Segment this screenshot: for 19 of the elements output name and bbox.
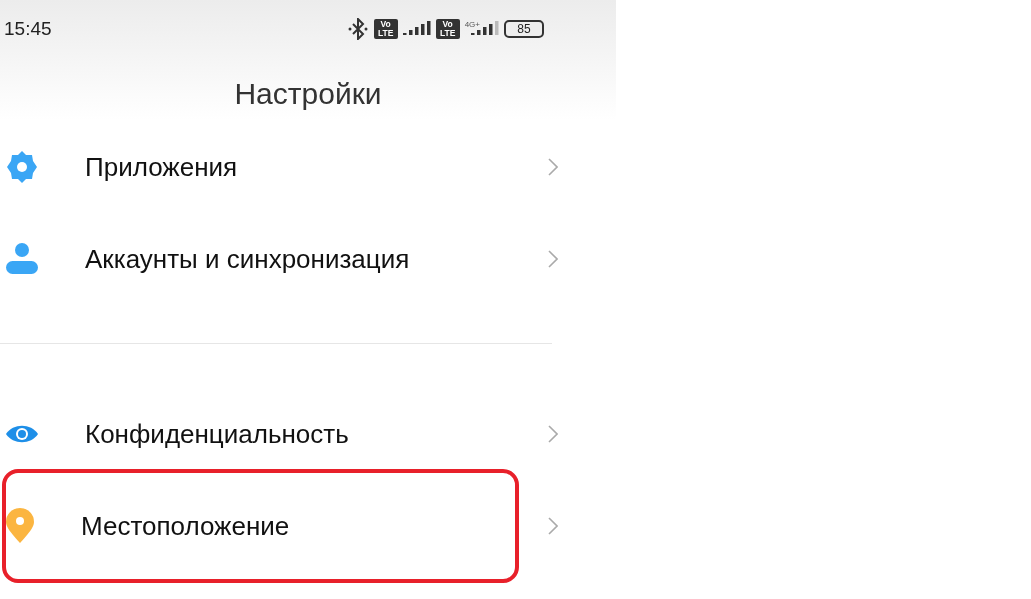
settings-item-label[interactable]: Местоположение: [81, 510, 548, 542]
volte-badge: Vo LTE: [373, 19, 398, 39]
settings-item-label[interactable]: Аккаунты и синхронизация: [85, 243, 548, 275]
chevron-right-icon: [548, 250, 558, 268]
person-icon: [5, 242, 39, 276]
location-pin-icon: [5, 508, 35, 544]
chevron-right-icon: [548, 158, 558, 176]
network-type: 4G+: [464, 20, 480, 29]
volte-badge: Vo LTE: [435, 19, 460, 39]
settings-item-label[interactable]: Конфиденциальность: [85, 418, 548, 450]
signal-icon: [402, 21, 431, 37]
page-title: Настройки: [233, 76, 383, 112]
chevron-right-icon: [548, 517, 558, 535]
status-time: 15:45: [4, 18, 52, 40]
battery-level: 85: [504, 20, 544, 38]
settings-item-label[interactable]: Приложения: [85, 151, 548, 183]
bluetooth-icon: [346, 18, 369, 40]
chevron-right-icon: [548, 425, 558, 443]
gear-icon: [5, 150, 39, 184]
